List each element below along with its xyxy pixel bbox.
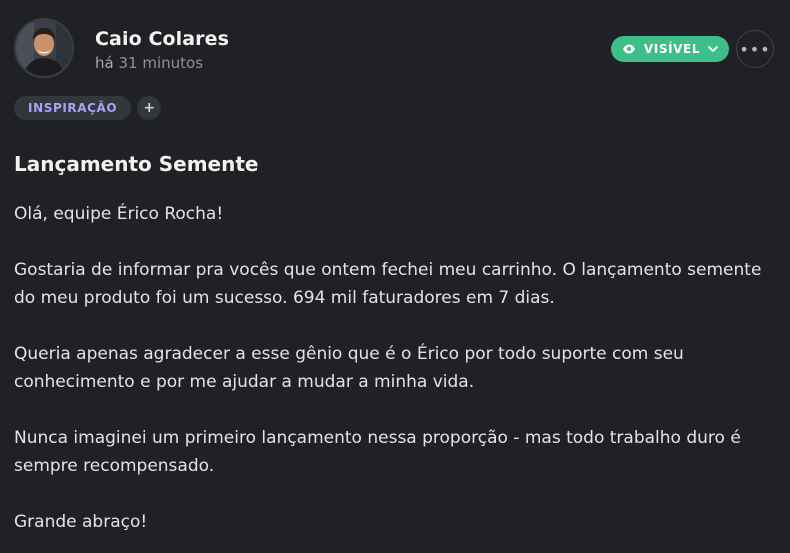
chevron-down-icon	[708, 45, 718, 53]
post-paragraph: Grande abraço!	[14, 512, 148, 532]
tag-inspiracao[interactable]: INSPIRAÇÃO	[14, 96, 132, 120]
post-paragraph: Olá, equipe Érico Rocha!	[14, 204, 224, 224]
visibility-button[interactable]: VISÍVEL	[611, 36, 729, 62]
avatar[interactable]	[14, 18, 74, 78]
post-title: Lançamento Semente	[14, 152, 259, 176]
post-body: Olá, equipe Érico Rocha! Gostaria de inf…	[14, 200, 774, 553]
visibility-label: VISÍVEL	[643, 42, 701, 56]
add-tag-button[interactable]: +	[137, 96, 162, 120]
post-header: Caio Colares há 31 minutos VISÍVEL •••	[14, 18, 774, 80]
avatar-image	[16, 20, 72, 76]
more-horizontal-icon: •••	[739, 39, 771, 59]
post-timestamp: há 31 minutos	[95, 54, 203, 72]
post-card: Caio Colares há 31 minutos VISÍVEL ••• I…	[0, 0, 790, 553]
post-paragraph: Gostaria de informar pra vocês que ontem…	[14, 260, 762, 308]
eye-icon	[622, 44, 636, 54]
tag-list: INSPIRAÇÃO +	[14, 96, 162, 120]
timestamp-value: 31 minutos	[118, 54, 204, 72]
post-paragraph: Queria apenas agradecer a esse gênio que…	[14, 344, 684, 392]
more-options-button[interactable]: •••	[736, 30, 774, 68]
timestamp-prefix: há	[95, 54, 114, 72]
author-name[interactable]: Caio Colares	[95, 28, 229, 50]
post-paragraph: Nunca imaginei um primeiro lançamento ne…	[14, 428, 741, 476]
